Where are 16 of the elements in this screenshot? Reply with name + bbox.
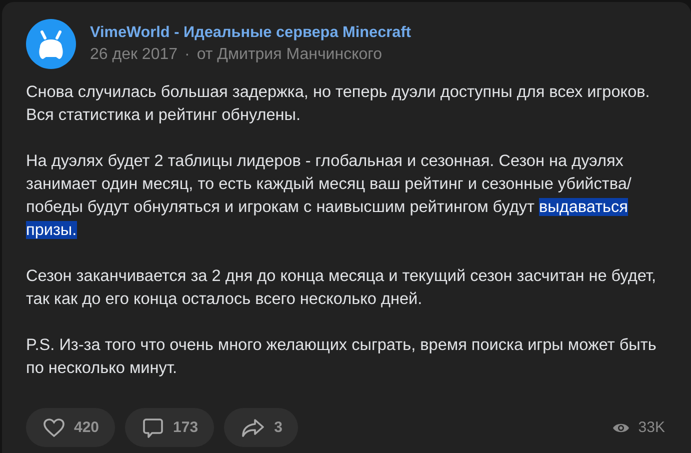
- speech-bubble-icon: [141, 416, 166, 440]
- signed-by: от Дмитрия Манчинского: [196, 46, 382, 64]
- heart-icon: [42, 416, 66, 440]
- author-link[interactable]: VimeWorld - Идеальные сервера Minecraft: [90, 24, 411, 42]
- post-date[interactable]: 26 дек 2017: [90, 46, 178, 64]
- share-button[interactable]: 3: [224, 408, 298, 447]
- post-paragraph: Снова случилась большая задержка, но теперь дуэли доступны для всех игроков. Вся статистика и рейтинг обнулены.: [26, 82, 651, 126]
- comment-button[interactable]: 173: [125, 408, 214, 447]
- separator: ·: [184, 46, 190, 64]
- like-button[interactable]: 420: [26, 408, 116, 447]
- post-paragraph: Сезон заканчивается за 2 дня до конца месяца и текущий сезон засчитан не будет, так как до его конца осталось всего несколько дней.: [26, 266, 658, 310]
- post-paragraph: На дуэлях будет 2 таблицы лидеров - глобальная и сезонная. Сезон на дуэлях занимает один месяц, то есть каждый месяц ваш рейтинг и сезонные убийства/победы будут обнуляться и игрокам с наивысшим рейтингом будут выдаваться призы.: [26, 151, 632, 241]
- eye-icon: [612, 422, 630, 434]
- avatar-icon[interactable]: [26, 19, 76, 69]
- view-count: 33K: [638, 419, 665, 436]
- post-paragraph: P.S. Из-за того что очень много желающих сыграть, время поиска игры может быть по несколько минут.: [26, 335, 658, 379]
